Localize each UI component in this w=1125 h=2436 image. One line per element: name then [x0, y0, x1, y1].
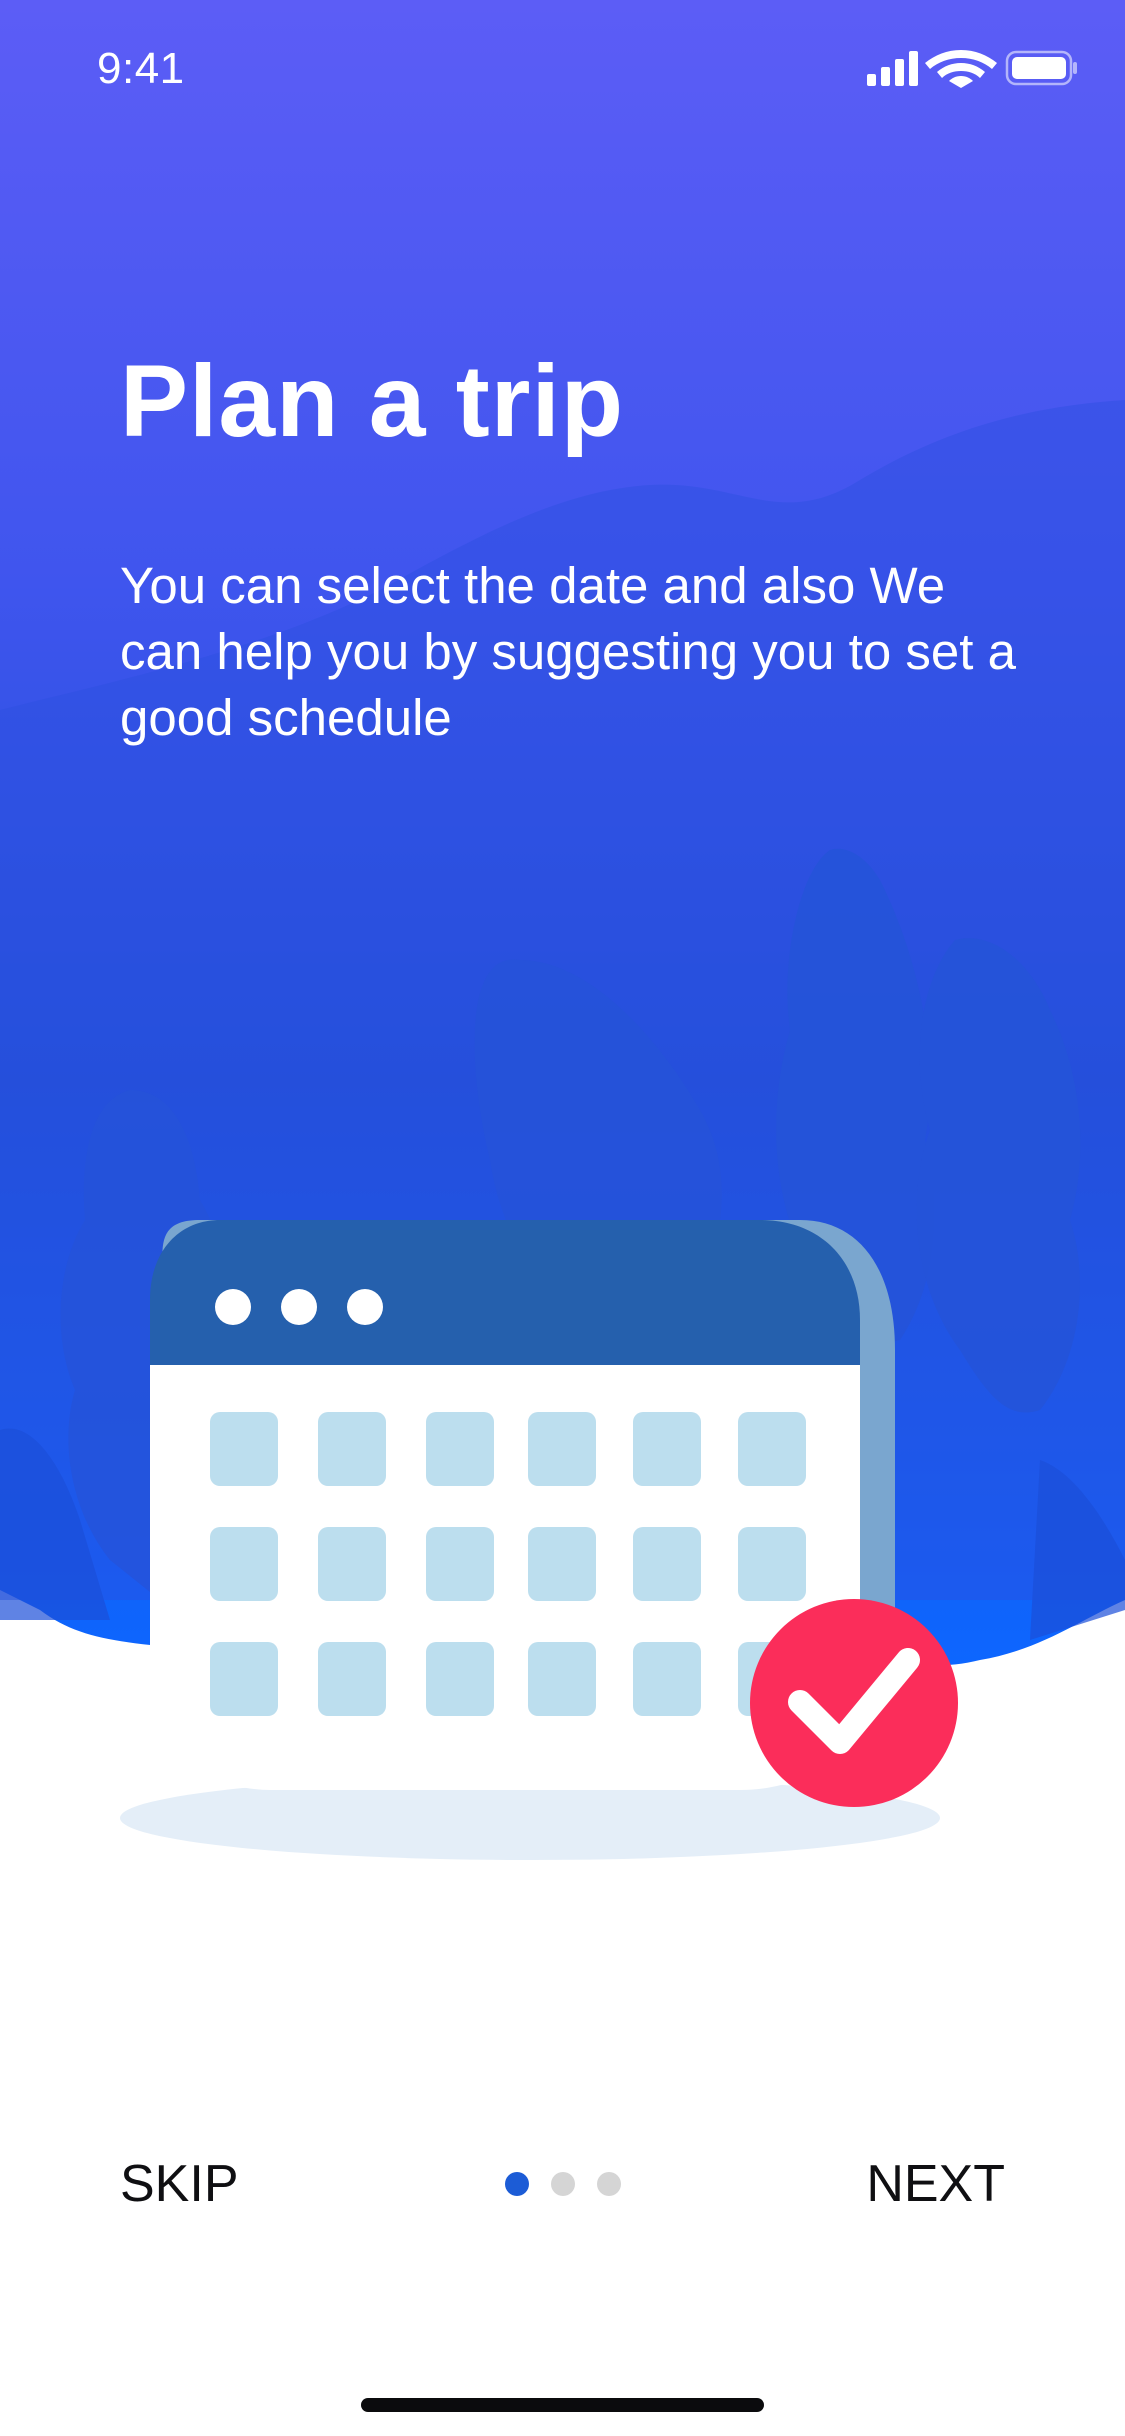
calendar-cell	[210, 1642, 278, 1716]
calendar-cell	[426, 1642, 494, 1716]
calendar-cell	[210, 1527, 278, 1601]
status-bar: 9:41	[0, 0, 1125, 140]
skip-button[interactable]: SKIP	[120, 2154, 239, 2214]
calendar-cell	[633, 1642, 701, 1716]
calendar-cell	[426, 1412, 494, 1486]
page-indicator[interactable]	[505, 2172, 621, 2196]
calendar-cell	[210, 1412, 278, 1486]
next-button[interactable]: NEXT	[866, 2154, 1005, 2214]
calendar-cell	[738, 1527, 806, 1601]
wifi-icon	[925, 50, 997, 88]
calendar-check-illustration	[120, 1220, 958, 1860]
onboarding-screen: 9:41 Plan a trip You can select the date…	[0, 0, 1125, 2436]
status-icons	[867, 50, 1077, 88]
calendar-cell	[633, 1527, 701, 1601]
home-indicator[interactable]	[361, 2398, 764, 2412]
page-dot-3[interactable]	[597, 2172, 621, 2196]
status-time: 9:41	[97, 44, 185, 93]
calendar-cell	[528, 1412, 596, 1486]
calendar-dot	[347, 1289, 383, 1325]
calendar-cell	[426, 1527, 494, 1601]
onboarding-description: You can select the date and also We can …	[120, 557, 1016, 746]
page-dot-1[interactable]	[505, 2172, 529, 2196]
calendar-cell	[318, 1642, 386, 1716]
signal-icon	[867, 51, 918, 86]
calendar-cell	[318, 1412, 386, 1486]
calendar-cell	[318, 1527, 386, 1601]
onboarding-title: Plan a trip	[120, 344, 625, 458]
battery-icon	[1005, 50, 1077, 86]
calendar-cell	[528, 1527, 596, 1601]
calendar-cell	[528, 1642, 596, 1716]
calendar-cell	[633, 1412, 701, 1486]
calendar-cell	[738, 1412, 806, 1486]
page-dot-2[interactable]	[551, 2172, 575, 2196]
calendar-dot	[215, 1289, 251, 1325]
calendar-dot	[281, 1289, 317, 1325]
check-badge-icon	[750, 1599, 958, 1807]
